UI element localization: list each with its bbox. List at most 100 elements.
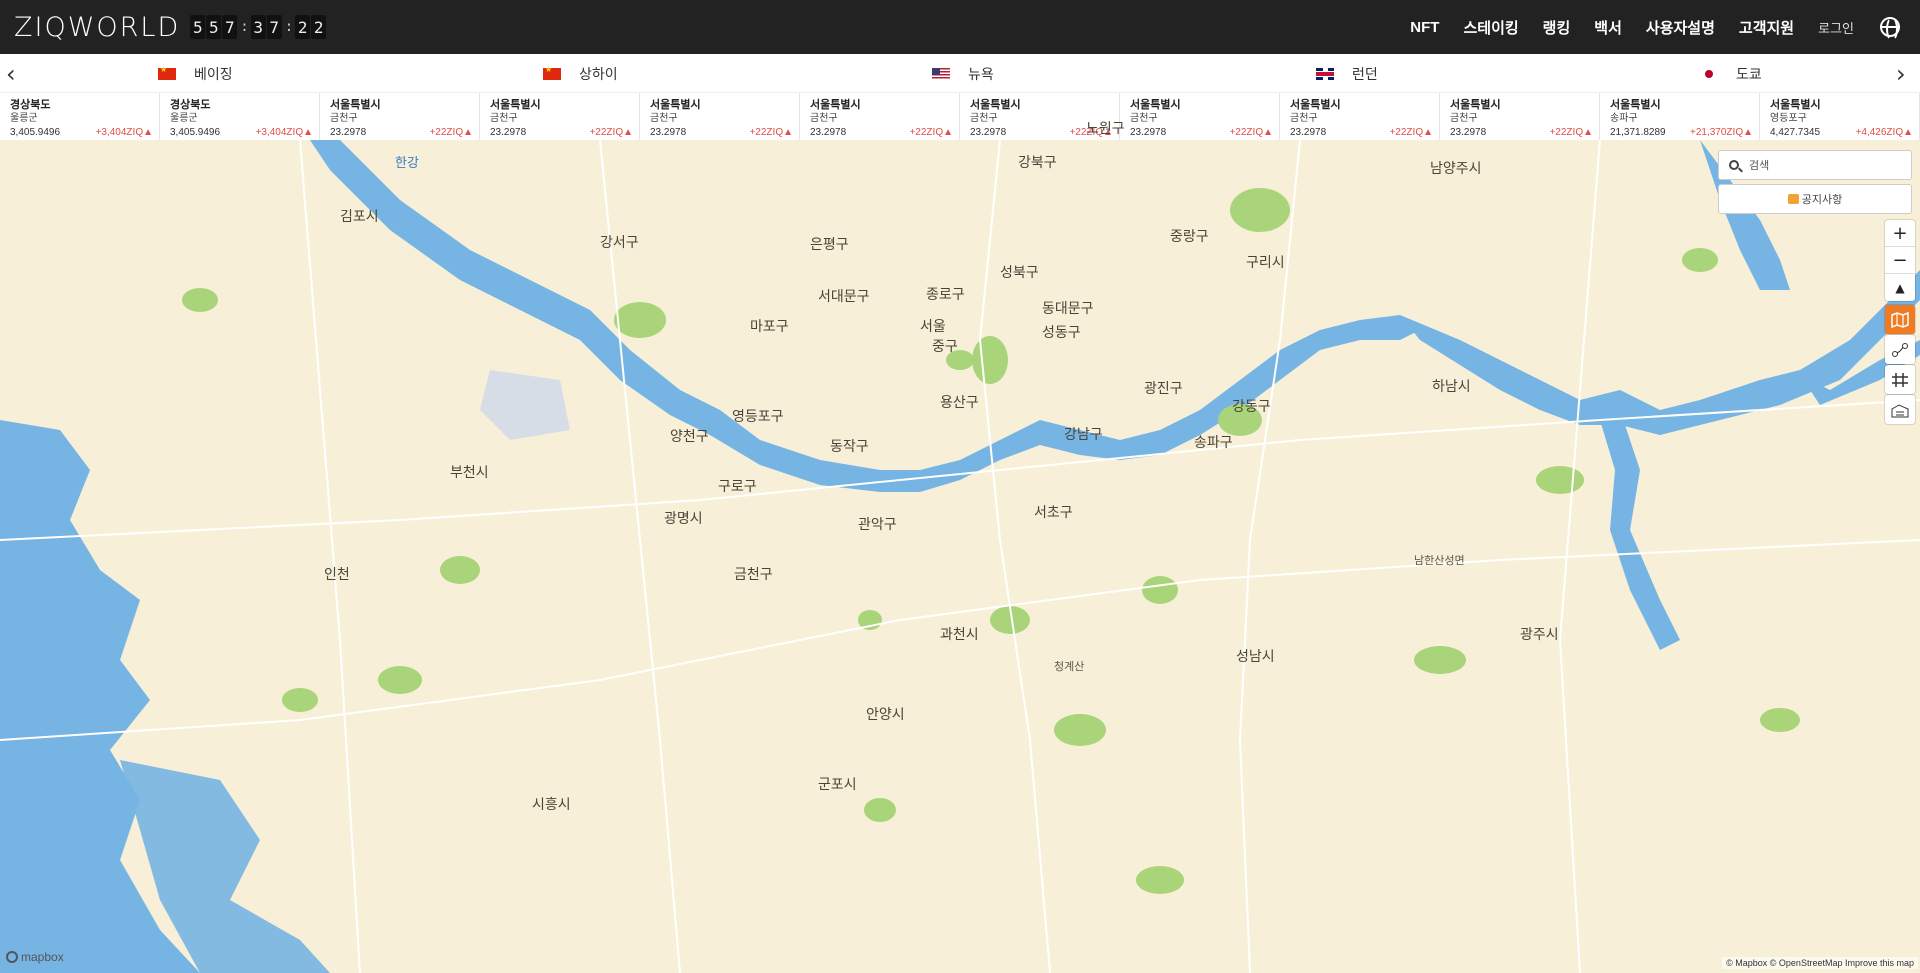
compass-icon[interactable]: ▲ xyxy=(1885,274,1915,301)
ticker-card[interactable]: 서울특별시 송파구 21,371.8289 +21,370ZIQ▲ xyxy=(1600,93,1760,141)
map-label-seocho: 서초구 xyxy=(1034,504,1073,520)
ticker-card[interactable]: 경상북도 울릉군 3,405.9496 +3,404ZIQ▲ xyxy=(0,93,160,141)
ticker-value: 3,405.9496 xyxy=(10,127,61,138)
map-label-anyang: 안양시 xyxy=(866,706,905,722)
ticker-change: +22ZIQ▲ xyxy=(1389,127,1433,138)
map-label-gwangjin: 광진구 xyxy=(1144,380,1183,396)
map-label-bucheon: 부천시 xyxy=(450,464,489,480)
top-navbar: ZIQWORLD 5 5 7 : 3 7 : 2 2 NFT 스테이킹 랭킹 백… xyxy=(0,0,1920,54)
grid-icon xyxy=(1892,372,1908,387)
ticker-change: +22ZIQ▲ xyxy=(429,127,473,138)
ziqworld-logo[interactable]: ZIQWORLD xyxy=(14,12,180,43)
ticker-card[interactable]: 서울특별시 금천구 23.2978 +22ZIQ▲ xyxy=(1120,93,1280,141)
login-link[interactable]: 로그인 xyxy=(1818,18,1854,37)
ticker-value: 23.2978 xyxy=(810,127,847,138)
map-label-gwangmyeong: 광명시 xyxy=(664,510,703,526)
ticker-district: 금천구 xyxy=(330,113,358,124)
ticker-card[interactable]: 서울특별시 금천구 23.2978 +22ZIQ▲ xyxy=(1280,93,1440,141)
ticker-value: 23.2978 xyxy=(490,127,527,138)
ticker-card[interactable]: 서울특별시 금천구 23.2978 +22ZIQ▲ xyxy=(800,93,960,141)
map-label-eunpyeong: 은평구 xyxy=(810,236,849,252)
city-tokyo[interactable]: 도쿄 xyxy=(1700,64,1762,84)
map-label-gwanak: 관악구 xyxy=(858,516,897,532)
notice-button[interactable]: 공지사항 xyxy=(1718,184,1912,214)
map-label-namhansanseong: 남한산성면 xyxy=(1414,555,1465,567)
counter-digit: 5 xyxy=(206,15,222,39)
map-label-jungnang: 중랑구 xyxy=(1170,228,1209,244)
ticker-change: +21,370ZIQ▲ xyxy=(1690,127,1753,138)
ticker-change: +3,404ZIQ▲ xyxy=(95,127,153,138)
ticker-region: 서울특별시 xyxy=(1290,99,1341,111)
usa-flag-icon xyxy=(932,68,950,80)
notice-icon xyxy=(1787,194,1799,204)
map-layer-button[interactable] xyxy=(1885,305,1915,334)
grid-layer-button[interactable] xyxy=(1885,365,1915,394)
ticker-region: 서울특별시 xyxy=(810,99,861,111)
ticker-change: +22ZIQ▲ xyxy=(1549,127,1593,138)
uk-flag-icon xyxy=(1316,68,1334,80)
mapbox-icon xyxy=(6,951,18,963)
building-icon xyxy=(1891,403,1909,417)
ticker-card[interactable]: 서울특별시 금천구 23.2978 +22ZIQ▲ xyxy=(640,93,800,141)
nav-support[interactable]: 고객지원 xyxy=(1739,17,1794,38)
map-label-guro: 구로구 xyxy=(718,478,757,494)
map-label-hangang: 한강 xyxy=(395,155,419,170)
counter-separator: : xyxy=(284,19,294,35)
nav-nft[interactable]: NFT xyxy=(1410,19,1439,36)
zoom-in-button[interactable]: + xyxy=(1885,220,1915,247)
nav-staking[interactable]: 스테이킹 xyxy=(1463,17,1518,38)
map-label-seoul: 서울 xyxy=(920,318,946,334)
globe-icon[interactable] xyxy=(1880,17,1900,41)
map-label-seodaemun: 서대문구 xyxy=(818,288,870,304)
map-label-songpa: 송파구 xyxy=(1194,434,1233,450)
map-canvas[interactable]: 서울 한강 김포시 인천 부천시 광명시 안양시 성남시 하남시 구리시 남양주… xyxy=(0,120,1920,973)
ticker-card[interactable]: 경상북도 울릉군 3,405.9496 +3,404ZIQ▲ xyxy=(160,93,320,141)
search-placeholder: 검색 xyxy=(1749,159,1770,172)
ticker-district: 송파구 xyxy=(1610,113,1638,124)
chevron-right-icon[interactable]: › xyxy=(1896,60,1906,88)
nav-ranking[interactable]: 랭킹 xyxy=(1543,17,1571,38)
city-newyork[interactable]: 뉴욕 xyxy=(932,64,994,84)
ticker-district: 금천구 xyxy=(1450,113,1478,124)
map-label-dongjak: 동작구 xyxy=(830,438,869,454)
city-selector-bar: ‹ 베이징 상하이 뉴욕 런던 도쿄 › xyxy=(0,54,1920,92)
countdown-counter: 5 5 7 : 3 7 : 2 2 xyxy=(190,15,327,39)
map-label-geumcheon: 금천구 xyxy=(734,566,773,582)
ticker-district: 금천구 xyxy=(650,113,678,124)
zoom-out-button[interactable]: − xyxy=(1885,247,1915,274)
route-icon xyxy=(1892,342,1908,357)
ticker-card[interactable]: 서울특별시 금천구 23.2978 +22ZIQ▲ xyxy=(320,93,480,141)
map-attribution[interactable]: © Mapbox © OpenStreetMap Improve this ma… xyxy=(1722,957,1918,969)
city-beijing[interactable]: 베이징 xyxy=(158,64,233,84)
ticker-district: 울릉군 xyxy=(10,113,38,124)
building-layer-button[interactable] xyxy=(1885,395,1915,424)
ticker-district: 울릉군 xyxy=(170,113,198,124)
city-london[interactable]: 런던 xyxy=(1316,64,1378,84)
ticker-region: 경상북도 xyxy=(170,99,211,111)
counter-digit: 5 xyxy=(190,15,206,39)
ticker-card[interactable]: 서울특별시 금천구 23.2978 +22ZIQ▲ xyxy=(1440,93,1600,141)
mapbox-logo[interactable]: mapbox xyxy=(6,950,64,964)
city-label: 베이징 xyxy=(194,66,233,82)
city-shanghai[interactable]: 상하이 xyxy=(543,64,618,84)
ticker-change: +22ZIQ▲ xyxy=(589,127,633,138)
map-label-gimpo: 김포시 xyxy=(340,208,379,224)
map-label-hanam: 하남시 xyxy=(1432,378,1471,394)
route-layer-button[interactable] xyxy=(1885,335,1915,364)
map-label-gangnam: 강남구 xyxy=(1064,426,1103,442)
chevron-left-icon[interactable]: ‹ xyxy=(6,60,16,88)
map-search-input[interactable]: 검색 xyxy=(1718,150,1912,180)
ticker-value: 23.2978 xyxy=(1290,127,1327,138)
counter-digit: 7 xyxy=(266,15,282,39)
ticker-district: 금천구 xyxy=(1130,113,1158,124)
nav-whitepaper[interactable]: 백서 xyxy=(1594,17,1622,38)
ticker-card[interactable]: 서울특별시 영등포구 4,427.7345 +4,426ZIQ▲ xyxy=(1760,93,1920,141)
nav-user-guide[interactable]: 사용자설명 xyxy=(1646,17,1715,38)
ticker-card[interactable]: 서울특별시 금천구 23.2978 +22ZIQ▲ xyxy=(480,93,640,141)
ticker-value: 21,371.8289 xyxy=(1610,127,1666,138)
ticker-district: 금천구 xyxy=(1290,113,1318,124)
main-nav: NFT 스테이킹 랭킹 백서 사용자설명 고객지원 로그인 xyxy=(1386,17,1900,41)
map-label-jongno: 종로구 xyxy=(926,286,965,302)
ticker-district: 금천구 xyxy=(810,113,838,124)
counter-separator: : xyxy=(240,19,249,35)
